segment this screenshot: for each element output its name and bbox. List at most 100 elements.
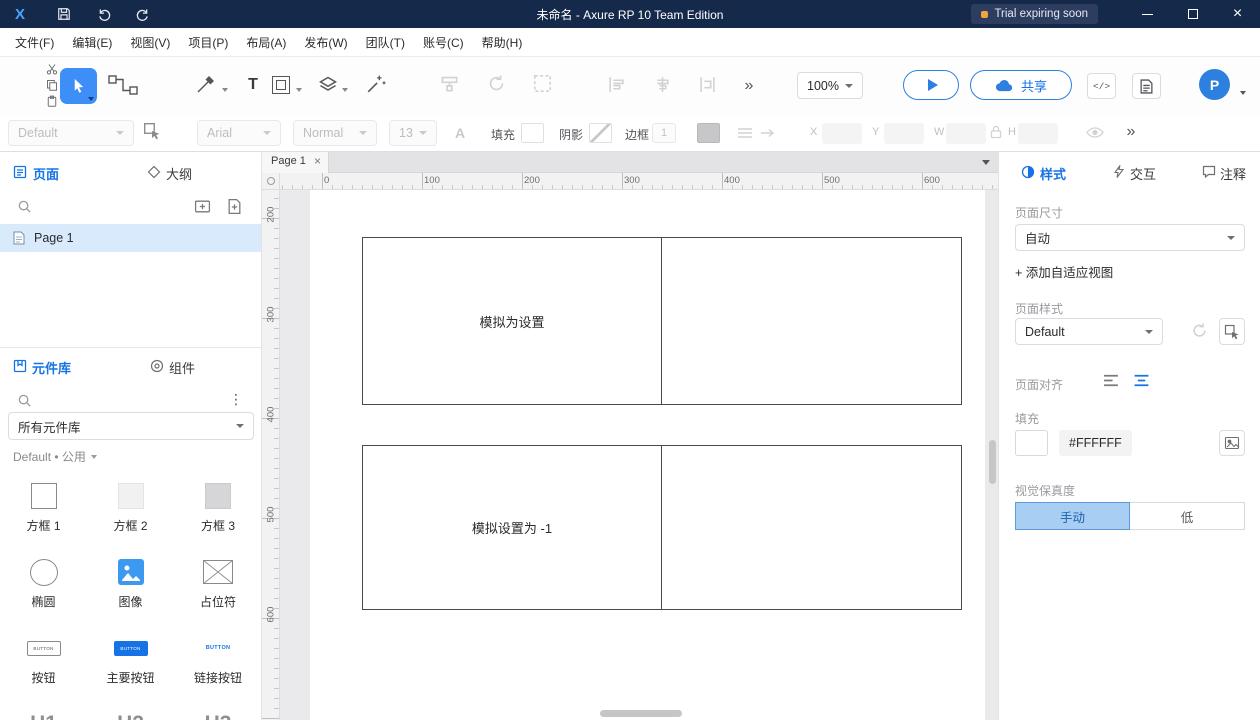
align-center-button[interactable] xyxy=(654,76,671,93)
widget-box2[interactable]: 方框 2 xyxy=(87,470,174,546)
page-align-center-button[interactable] xyxy=(1133,373,1150,388)
border-color-swatch[interactable] xyxy=(697,123,720,143)
copy-button[interactable] xyxy=(45,78,59,92)
tab-interaction[interactable]: 交互 xyxy=(1130,164,1156,183)
library-filter-select[interactable]: 所有元件库 xyxy=(8,412,254,440)
account-avatar[interactable]: P xyxy=(1199,69,1230,100)
add-page-button[interactable] xyxy=(226,198,243,215)
widget-link-button[interactable]: BUTTON 链接按钮 xyxy=(174,622,261,698)
style-picker-button[interactable] xyxy=(143,122,161,140)
add-adaptive-view-link[interactable]: + 添加自适应视图 xyxy=(1015,262,1113,281)
style-preset-select[interactable]: Default xyxy=(8,120,134,146)
page-style-select[interactable]: Default xyxy=(1015,318,1163,345)
font-weight-select[interactable]: Normal xyxy=(293,120,377,146)
tab-notes[interactable]: 注释 xyxy=(1220,164,1246,183)
library-menu-kebab-button[interactable] xyxy=(229,391,243,408)
page-style-picker-button[interactable] xyxy=(1219,318,1245,345)
tab-style[interactable]: 样式 xyxy=(1040,164,1066,183)
share-button[interactable]: 共享 xyxy=(970,70,1072,100)
box-tool-button[interactable] xyxy=(272,76,290,94)
page-size-select[interactable]: 自动 xyxy=(1015,224,1245,251)
magic-wand-tool-button[interactable] xyxy=(366,74,386,94)
minimize-button[interactable] xyxy=(1125,0,1170,28)
text-tool-button[interactable] xyxy=(243,74,263,96)
zoom-select[interactable]: 100% xyxy=(797,72,863,99)
fidelity-low-option[interactable]: 低 xyxy=(1130,502,1245,530)
x-input[interactable] xyxy=(822,123,862,144)
maximize-button[interactable] xyxy=(1170,0,1215,28)
page-tree-item-selected[interactable]: Page 1 xyxy=(0,224,261,252)
page-fill-hex[interactable]: #FFFFFF xyxy=(1059,430,1132,456)
menu-file[interactable]: 文件(F) xyxy=(6,28,63,57)
layers-tool-caret-icon[interactable] xyxy=(342,88,348,92)
w-input[interactable] xyxy=(946,123,986,144)
vertical-scrollbar-thumb[interactable] xyxy=(989,440,996,484)
trial-badge[interactable]: Trial expiring soon xyxy=(971,4,1098,24)
canvas-shape-table-1[interactable]: 模拟为设置 xyxy=(362,237,962,405)
menu-arrange[interactable]: 布局(A) xyxy=(237,28,295,57)
border-width-input[interactable]: 1 xyxy=(652,123,676,143)
tab-list-caret-icon[interactable] xyxy=(982,160,990,165)
box-tool-caret-icon[interactable] xyxy=(296,88,302,92)
tab-pages[interactable]: 页面 xyxy=(33,164,59,183)
align-left-button[interactable] xyxy=(608,76,625,93)
formatbar-overflow-button[interactable] xyxy=(1122,122,1140,142)
redo-button[interactable] xyxy=(130,0,154,28)
distribute-button[interactable] xyxy=(699,76,716,93)
widget-h2[interactable]: H2 xyxy=(87,698,174,720)
menu-edit[interactable]: 编辑(E) xyxy=(63,28,121,57)
widget-h3[interactable]: H3 xyxy=(174,698,261,720)
widget-placeholder[interactable]: 占位符 xyxy=(174,546,261,622)
canvas-shape-table-2[interactable]: 模拟设置为 -1 xyxy=(362,445,962,610)
widget-ellipse[interactable]: 椭圆 xyxy=(0,546,87,622)
ruler-origin-corner[interactable] xyxy=(262,173,280,190)
horizontal-scrollbar-thumb[interactable] xyxy=(600,710,682,717)
widget-button[interactable]: BUTTON 按钮 xyxy=(0,622,87,698)
code-export-button[interactable] xyxy=(1087,73,1116,99)
menu-view[interactable]: 视图(V) xyxy=(121,28,179,57)
lock-ratio-icon[interactable] xyxy=(990,125,1002,139)
save-button[interactable] xyxy=(52,0,76,28)
menu-publish[interactable]: 发布(W) xyxy=(295,28,356,57)
library-group-header[interactable]: Default • 公用 xyxy=(13,448,97,465)
reset-style-button[interactable] xyxy=(1191,322,1208,339)
selection-tool-button[interactable] xyxy=(60,68,97,104)
document-tab-page1[interactable]: Page 1 xyxy=(262,152,329,173)
format-painter-button[interactable] xyxy=(440,74,459,93)
widget-image[interactable]: 图像 xyxy=(87,546,174,622)
account-caret-icon[interactable] xyxy=(1240,91,1246,95)
menu-project[interactable]: 项目(P) xyxy=(179,28,237,57)
h-input[interactable] xyxy=(1018,123,1058,144)
font-family-select[interactable]: Arial xyxy=(197,120,281,146)
menu-account[interactable]: 账号(C) xyxy=(414,28,473,57)
visibility-eye-icon[interactable] xyxy=(1086,126,1104,139)
library-search-icon[interactable] xyxy=(17,393,32,408)
toolbar-overflow-button[interactable] xyxy=(740,76,758,96)
font-size-select[interactable]: 13 xyxy=(389,120,437,146)
widget-primary-button[interactable]: BUTTON 主要按钮 xyxy=(87,622,174,698)
page-fill-swatch[interactable] xyxy=(1015,430,1048,456)
fidelity-manual-option[interactable]: 手动 xyxy=(1015,502,1130,530)
y-input[interactable] xyxy=(884,123,924,144)
notes-doc-button[interactable] xyxy=(1132,73,1161,99)
preview-button[interactable] xyxy=(903,70,959,100)
close-button[interactable] xyxy=(1215,0,1260,28)
cut-button[interactable] xyxy=(45,62,59,76)
rotate-button[interactable] xyxy=(487,74,506,93)
paste-button[interactable] xyxy=(45,94,59,108)
menu-team[interactable]: 团队(T) xyxy=(357,28,414,57)
widget-box3[interactable]: 方框 3 xyxy=(174,470,261,546)
pen-tool-button[interactable] xyxy=(196,74,216,94)
line-style-button[interactable] xyxy=(737,125,753,141)
pen-tool-caret-icon[interactable] xyxy=(222,88,228,92)
canvas-viewport[interactable]: 模拟为设置 模拟设置为 -1 xyxy=(280,190,998,720)
arrow-style-button[interactable] xyxy=(760,125,776,141)
shadow-swatch[interactable] xyxy=(589,123,612,143)
marquee-select-button[interactable] xyxy=(533,74,552,93)
page-align-left-button[interactable] xyxy=(1103,373,1120,388)
font-color-button[interactable] xyxy=(452,123,468,143)
tab-outline[interactable]: 大纲 xyxy=(166,164,192,183)
tab-components[interactable]: 组件 xyxy=(169,358,195,377)
connector-tool-button[interactable] xyxy=(108,75,138,95)
fill-color-swatch[interactable] xyxy=(521,123,544,143)
